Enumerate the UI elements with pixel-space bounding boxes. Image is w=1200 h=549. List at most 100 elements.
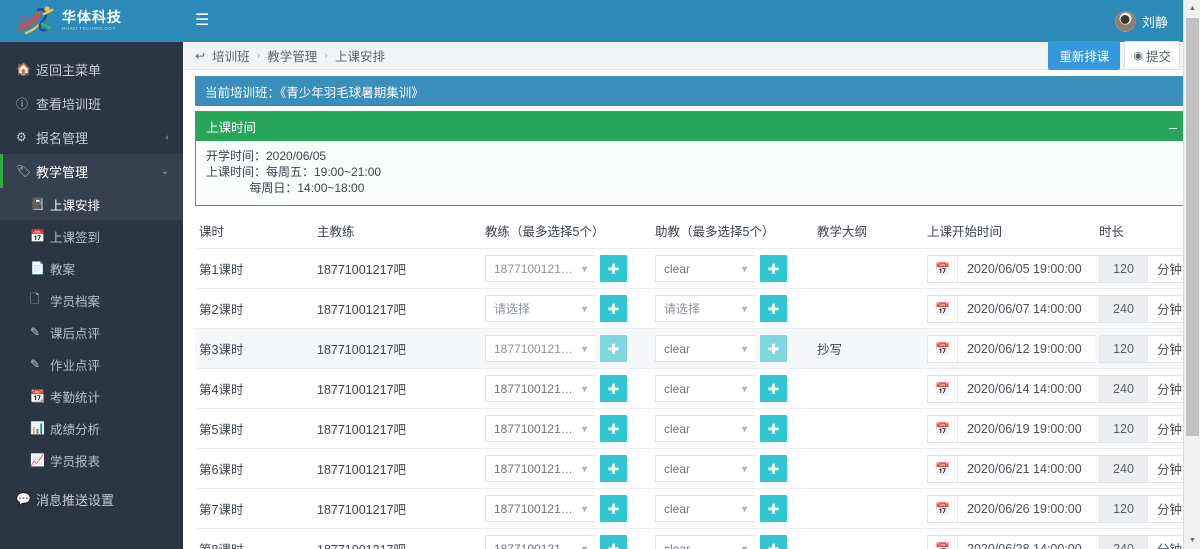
sidebar-item-message-push-settings[interactable]: 💬 消息推送设置	[0, 482, 183, 516]
assistant-select[interactable]: clear ▼	[655, 535, 755, 549]
chevron-down-icon: ⌄	[160, 165, 169, 177]
start-time-field[interactable]: 📅 2020/06/05 19:00:00	[927, 254, 1127, 283]
add-coach-button[interactable]: ✚	[600, 455, 627, 482]
start-time-field[interactable]: 📅 2020/06/07 14:00:00	[927, 294, 1127, 323]
add-assistant-button[interactable]: ✚	[760, 535, 787, 549]
table-row: 第2课时 18771001217吧 请选择 ▼ ✚ 请选择 ▼ ✚ 📅 2020/06/07 14…	[195, 288, 1195, 329]
start-time-field[interactable]: 📅 2020/06/19 19:00:00	[927, 414, 1127, 443]
sidebar-item-class-checkin[interactable]: 📅 上课签到	[0, 220, 183, 252]
duration-field[interactable]: 120 分钟	[1099, 494, 1192, 523]
scroll-down-arrow-icon[interactable]: ▼	[1184, 532, 1200, 549]
assistant-select[interactable]: clear ▼	[655, 375, 755, 402]
add-coach-button[interactable]: ✚	[600, 415, 627, 442]
coach-select[interactable]: 18771001217吧 ▼	[485, 335, 595, 362]
cell-main-coach: 18771001217吧	[313, 448, 481, 489]
top-bar-user-area[interactable]: 刘静	[1114, 10, 1190, 32]
sidebar-item-return-main-menu[interactable]: 🏠 返回主菜单	[0, 52, 183, 86]
assistant-select[interactable]: clear ▼	[655, 335, 755, 362]
breadcrumb-item-teaching-management[interactable]: 教学管理	[267, 46, 317, 65]
sidebar-item-label: 消息推送设置	[36, 492, 115, 508]
chevron-down-icon: ▼	[580, 503, 589, 514]
coach-select[interactable]: 18771001217吧 ▼	[485, 255, 595, 282]
start-time-field[interactable]: 📅 2020/06/21 14:00:00	[927, 454, 1127, 483]
coach-select[interactable]: 请选择 ▼	[485, 295, 595, 322]
coach-select[interactable]: 18771001217吧 ▼	[485, 535, 595, 549]
add-coach-button[interactable]: ✚	[600, 335, 627, 362]
brand-logo[interactable]: 华体科技 HUATI TECHNOLOGY	[0, 0, 183, 42]
file-text-icon: 🗋	[30, 291, 40, 306]
duration-field[interactable]: 120 分钟	[1099, 334, 1192, 363]
minus-icon[interactable]: –	[1169, 120, 1177, 134]
table-row: 第3课时 18771001217吧 18771001217吧 ▼ ✚ clear ▼ ✚ 抄写 📅…	[195, 328, 1195, 369]
sidebar-item-post-class-review[interactable]: ✎ 课后点评	[0, 316, 183, 348]
add-assistant-button[interactable]: ✚	[760, 415, 787, 442]
assistant-select[interactable]: clear ▼	[655, 455, 755, 482]
add-coach-button[interactable]: ✚	[600, 535, 627, 549]
add-coach-button[interactable]: ✚	[600, 295, 627, 322]
sidebar-item-class-schedule[interactable]: 📓 上课安排	[0, 188, 183, 220]
sidebar-item-grade-analysis[interactable]: 📊 成绩分析	[0, 412, 183, 444]
plus-icon: ✚	[607, 340, 620, 357]
cell-duration: 120 分钟	[1095, 488, 1195, 529]
add-assistant-button[interactable]: ✚	[760, 375, 787, 402]
duration-field[interactable]: 120 分钟	[1099, 254, 1192, 283]
duration-field[interactable]: 240分钟	[1099, 294, 1192, 323]
start-time-field[interactable]: 📅 2020/06/26 19:00:00	[927, 494, 1127, 523]
sidebar-item-student-report[interactable]: 📈 学员报表	[0, 444, 183, 476]
sidebar-item-registration-management[interactable]: ⚙ 报名管理 ‹	[0, 120, 183, 154]
add-coach-button[interactable]: ✚	[600, 375, 627, 402]
sidebar-item-homework-review[interactable]: ✎ 作业点评	[0, 348, 183, 380]
scrollbar-thumb[interactable]	[1186, 18, 1199, 436]
book-icon: 📓	[30, 197, 45, 211]
add-assistant-button[interactable]: ✚	[760, 495, 787, 522]
assistant-select-value: clear	[664, 381, 691, 396]
sidebar-item-attendance-stats[interactable]: 📆 考勤统计	[0, 380, 183, 412]
page-scrollbar[interactable]: ▲ ▼	[1183, 0, 1200, 549]
sidebar-item-lesson-plan[interactable]: 📄 教案	[0, 252, 183, 284]
add-coach-button[interactable]: ✚	[600, 495, 627, 522]
breadcrumb-item-class-schedule[interactable]: 上课安排	[335, 46, 385, 65]
coach-select[interactable]: 18771001217吧 ▼	[485, 375, 595, 402]
duration-field[interactable]: 240分钟	[1099, 374, 1192, 403]
col-header-period: 课时	[195, 215, 313, 249]
cell-period: 第2课时	[195, 288, 313, 329]
hamburger-menu-icon[interactable]: ☰	[195, 13, 209, 29]
assistant-select[interactable]: clear ▼	[655, 415, 755, 442]
add-assistant-button[interactable]: ✚	[760, 335, 787, 362]
add-coach-button[interactable]: ✚	[600, 255, 627, 282]
sidebar-item-student-records[interactable]: 🗋 学员档案	[0, 284, 183, 316]
cell-main-coach: 18771001217吧	[313, 488, 481, 529]
assistant-select[interactable]: 请选择 ▼	[655, 295, 755, 322]
cell-duration: 240分钟	[1095, 368, 1195, 409]
brand-name-en: HUATI TECHNOLOGY	[62, 26, 116, 31]
assistant-select-value: clear	[664, 341, 691, 356]
reschedule-button[interactable]: 重新排课	[1048, 41, 1121, 70]
coach-select[interactable]: 18771001217吧 ▼	[485, 415, 595, 442]
sidebar-item-teaching-management[interactable]: 🏷 教学管理 ⌄	[0, 154, 183, 188]
sidebar-nav: 🏠 返回主菜单 ⓘ 查看培训班 ⚙ 报名管理 ‹ 🏷 教学管理 ⌄ 📓 上课安排…	[0, 42, 183, 516]
back-arrow-icon[interactable]: ↩	[195, 49, 205, 63]
sidebar-item-view-training-class[interactable]: ⓘ 查看培训班	[0, 86, 183, 120]
class-time-line-1: 上课时间：每周五：19:00~21:00	[206, 165, 382, 179]
start-time-field[interactable]: 📅 2020/06/28 14:00:00	[927, 534, 1127, 549]
scroll-up-arrow-icon[interactable]: ▲	[1184, 0, 1200, 17]
start-time-field[interactable]: 📅 2020/06/12 19:00:00	[927, 334, 1127, 363]
cell-start-time: 📅 2020/06/12 19:00:00	[923, 328, 1127, 369]
add-assistant-button[interactable]: ✚	[760, 455, 787, 482]
breadcrumb-item-training-class[interactable]: 培训班	[212, 46, 250, 65]
duration-field[interactable]: 240分钟	[1099, 534, 1192, 549]
pencil-icon: ✎	[30, 325, 41, 339]
assistant-select[interactable]: clear ▼	[655, 495, 755, 522]
cell-coach-select: 18771001217吧 ▼ ✚	[481, 528, 651, 549]
add-assistant-button[interactable]: ✚	[760, 295, 787, 322]
assistant-select[interactable]: clear ▼	[655, 255, 755, 282]
start-time-field[interactable]: 📅 2020/06/14 14:00:00	[927, 374, 1127, 403]
coach-select[interactable]: 18771001217吧 ▼	[485, 495, 595, 522]
chevron-down-icon: ▼	[740, 383, 749, 394]
coach-select-group: 请选择 ▼ ✚	[485, 295, 647, 322]
coach-select[interactable]: 18771001217吧 ▼	[485, 455, 595, 482]
duration-field[interactable]: 120 分钟	[1099, 414, 1192, 443]
duration-field[interactable]: 240分钟	[1099, 454, 1192, 483]
submit-button[interactable]: ◉ 提交	[1124, 41, 1180, 70]
add-assistant-button[interactable]: ✚	[760, 255, 787, 282]
